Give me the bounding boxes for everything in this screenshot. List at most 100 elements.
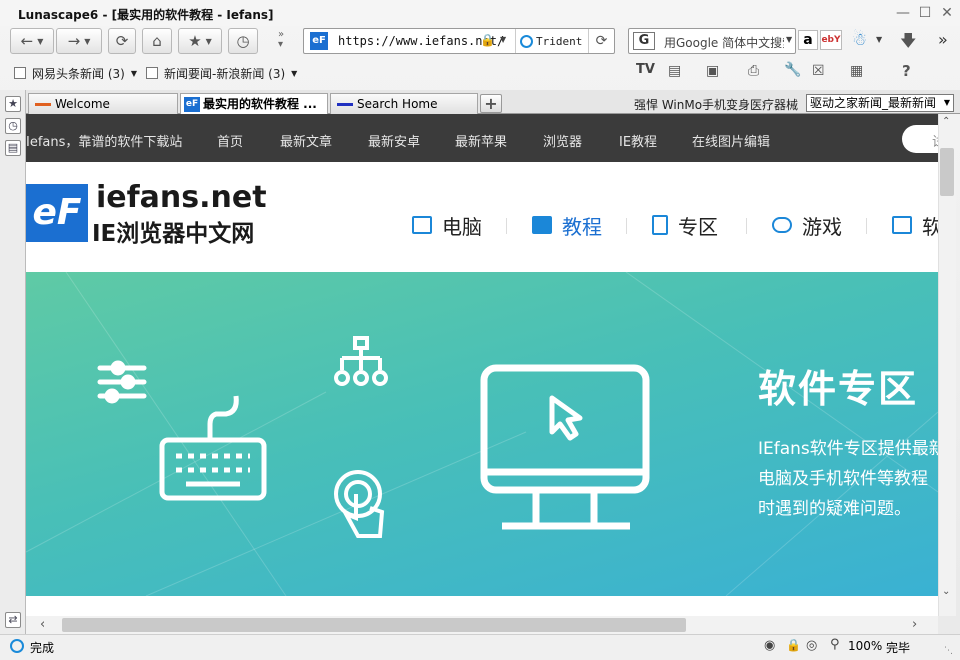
banner-title[interactable]: 软件专区 [758, 358, 918, 413]
address-dropdown-icon[interactable]: ▼ [500, 35, 506, 44]
lock-icon[interactable]: 🔒 [480, 33, 495, 47]
nav-divider [626, 218, 627, 234]
engine-label: Trident [536, 34, 583, 48]
scroll-left-icon[interactable]: ‹ [40, 617, 45, 632]
chevron-down-icon[interactable]: ▼ [876, 35, 882, 44]
scroll-right-icon[interactable]: › [912, 617, 917, 632]
lock-icon[interactable]: 🔒 [786, 638, 801, 652]
new-tab-icon[interactable]: ▣ [706, 63, 719, 79]
help-icon[interactable]: ? [902, 62, 911, 80]
ie-icon [10, 639, 24, 653]
zoom-icon[interactable]: ⚲ [830, 637, 840, 652]
engine-switch[interactable]: Trident [515, 29, 587, 53]
nav-link-ie[interactable]: IE教程 [619, 131, 657, 150]
nav-link-browser[interactable]: 浏览器 [543, 131, 582, 150]
main-nav-software[interactable]: 软 [892, 210, 938, 240]
tab-welcome[interactable]: Welcome [28, 93, 178, 114]
reload-button[interactable]: ⟳ [108, 28, 136, 54]
tab-color-marker [337, 103, 353, 106]
bookmark-item[interactable]: 网易头条新闻 (3) ▼ [14, 65, 137, 81]
chevron-down-icon: ▼ [84, 36, 91, 46]
page-icon[interactable]: ▤ [668, 63, 681, 79]
maximize-button[interactable]: ☐ [914, 2, 936, 24]
new-tab-button[interactable]: + [480, 94, 502, 113]
toolbar-overflow-icon[interactable]: » ▾ [278, 30, 284, 50]
scroll-up-icon[interactable]: ⌃ [942, 116, 950, 127]
site-search-input[interactable]: 试 [902, 125, 938, 153]
main-nav-games[interactable]: 游戏 [772, 210, 842, 240]
logo-domain[interactable]: iefans.net [96, 180, 267, 215]
tv-icon[interactable]: TV [636, 62, 655, 77]
print-icon[interactable]: ⎙ [748, 63, 759, 79]
address-reload-icon[interactable]: ⟳ [588, 29, 614, 53]
tab-color-marker [35, 103, 51, 106]
monitor-icon [480, 364, 650, 530]
chevron-down-icon: ▼ [205, 36, 212, 46]
sitemap-icon [334, 336, 388, 386]
download-icon[interactable]: 🡇 [900, 30, 916, 57]
tab-iefans[interactable]: eF 最实用的软件教程 ... [180, 93, 328, 115]
main-nav-tutorial[interactable]: 教程 [532, 210, 602, 240]
search-dropdown-icon[interactable]: ▼ [786, 35, 792, 44]
security-icon[interactable]: ◉ [764, 638, 775, 653]
sliders-icon [97, 360, 147, 404]
chevron-down-icon[interactable]: ▼ [941, 95, 953, 111]
resize-grip-icon[interactable]: ⋱ [944, 646, 953, 656]
nav-link-home[interactable]: 首页 [217, 131, 243, 150]
privacy-eye-icon[interactable]: ◎ [806, 638, 817, 653]
status-done: 完毕 [886, 641, 911, 655]
ticker-headline[interactable]: 强悍 WinMo手机变身医疗器械 [634, 96, 798, 113]
clock-icon: ◷ [236, 32, 250, 50]
nav-link-image-editor[interactable]: 在线图片编辑 [692, 131, 770, 150]
ebay-icon[interactable]: ebY [820, 30, 842, 50]
minimize-button[interactable]: — [892, 2, 914, 24]
ie-icon [520, 34, 533, 48]
feed-select[interactable]: 驱动之家新闻_最新新闻 [806, 94, 954, 112]
sidebar-feeds-icon[interactable]: ▤ [5, 140, 21, 156]
chevron-down-icon: ▼ [291, 68, 298, 78]
site-favicon-icon: eF [184, 97, 200, 112]
nav-link-apple[interactable]: 最新苹果 [455, 131, 507, 150]
tab-search-home[interactable]: Search Home [330, 93, 478, 114]
logo-badge[interactable]: eF [26, 184, 88, 242]
nav-divider [746, 218, 747, 234]
google-icon[interactable]: G [633, 32, 655, 50]
favorites-button[interactable]: ★ ▼ [178, 28, 222, 54]
search-input[interactable]: 用Google 简体中文搜索 [664, 34, 784, 51]
main-nav-computer[interactable]: 电脑 [412, 210, 482, 240]
home-button[interactable]: ⌂ [142, 28, 172, 54]
code-window-icon [892, 216, 912, 234]
reload-icon: ⟳ [115, 32, 129, 50]
history-button[interactable]: ◷ [228, 28, 258, 54]
logo-tagline[interactable]: IE浏览器中文网 [92, 214, 254, 248]
close-tab-icon[interactable]: ☒ [812, 63, 825, 79]
sidebar-settings-icon[interactable]: ⇄ [5, 612, 21, 628]
web-page: Iefans，靠谱的软件下载站 首页 最新文章 最新安卓 最新苹果 浏览器 IE… [26, 114, 938, 616]
star-icon: ★ [188, 32, 202, 50]
feed-icon [146, 67, 158, 79]
tools-wrench-icon[interactable]: 🔧 [784, 62, 801, 78]
code-window-icon [532, 216, 552, 234]
close-button[interactable]: ✕ [936, 2, 958, 24]
bookmark-item[interactable]: 新闻要闻-新浪新闻 (3) ▼ [146, 65, 297, 81]
nav-link-android[interactable]: 最新安卓 [368, 131, 420, 150]
back-button[interactable]: ← ▼ [10, 28, 54, 54]
scroll-down-icon[interactable]: ⌄ [942, 586, 950, 597]
touch-hand-icon [334, 470, 385, 538]
status-text: 完成 [30, 641, 55, 655]
layout-grid-icon[interactable]: ▦ [850, 63, 863, 79]
amazon-icon[interactable]: a [798, 30, 818, 50]
site-slogan: Iefans，靠谱的软件下载站 [26, 135, 183, 150]
zoom-level[interactable]: 100% [848, 639, 882, 653]
horizontal-scroll-thumb[interactable] [62, 618, 686, 632]
sidebar-favorites-icon[interactable]: ★ [5, 96, 21, 112]
nav-link-latest[interactable]: 最新文章 [280, 131, 332, 150]
vertical-scroll-thumb[interactable] [940, 148, 954, 196]
banner-text: IEfans软件专区提供最新 [758, 439, 938, 459]
sidebar-history-icon[interactable]: ◷ [5, 118, 21, 134]
mascot-icon[interactable]: ☃ [852, 30, 867, 50]
chevron-down-icon: ▼ [37, 36, 44, 46]
forward-button[interactable]: → ▼ [56, 28, 102, 54]
more-tools-icon[interactable]: » [938, 30, 948, 49]
main-nav-zone[interactable]: 专区 [652, 210, 718, 240]
